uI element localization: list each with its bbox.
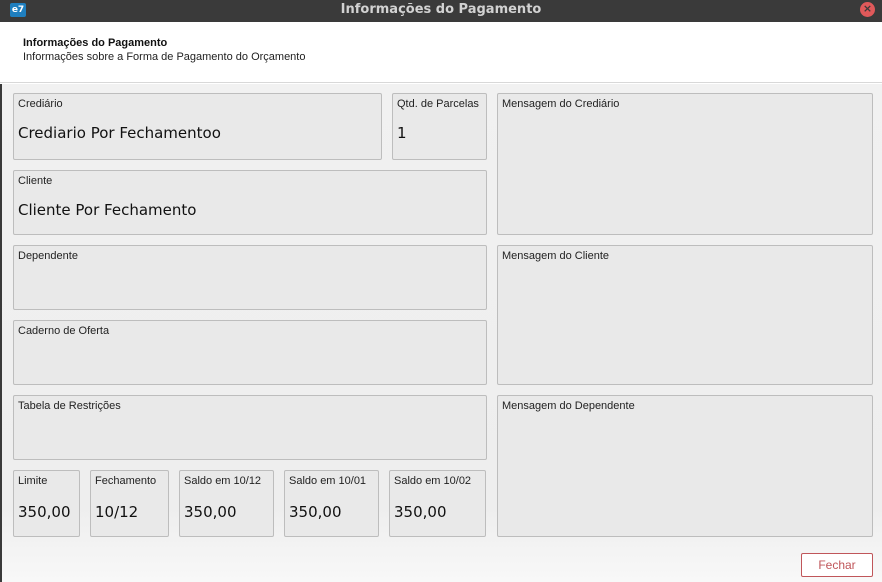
- mensagem-dependente-label: Mensagem do Dependente: [502, 400, 635, 412]
- fechar-button[interactable]: Fechar: [801, 553, 873, 577]
- limite-label: Limite: [18, 475, 48, 487]
- cliente-label: Cliente: [18, 175, 53, 187]
- cliente-field[interactable]: Cliente Cliente Por Fechamento: [13, 170, 487, 235]
- mensagem-cliente-label: Mensagem do Cliente: [502, 250, 610, 262]
- limite-value: 350,00: [18, 503, 71, 521]
- mensagem-dependente-field[interactable]: Mensagem do Dependente: [497, 395, 873, 537]
- saldo-1012-value: 350,00: [184, 503, 237, 521]
- saldo-1001-field[interactable]: Saldo em 10/01 350,00: [284, 470, 379, 537]
- dependente-field[interactable]: Dependente: [13, 245, 487, 310]
- saldo-1012-label: Saldo em 10/12: [184, 475, 262, 487]
- fechamento-value: 10/12: [95, 503, 139, 521]
- saldo-1002-label: Saldo em 10/02: [394, 475, 472, 487]
- window-close-button[interactable]: ×: [860, 2, 875, 17]
- header-title: Informações do Pagamento: [23, 37, 168, 49]
- window-title: Informações do Pagamento: [340, 2, 542, 17]
- close-icon: ×: [862, 2, 873, 15]
- cliente-value: Cliente Por Fechamento: [18, 201, 197, 219]
- fechamento-label: Fechamento: [95, 475, 157, 487]
- saldo-1002-value: 350,00: [394, 503, 447, 521]
- crediario-label: Crediário: [18, 98, 63, 110]
- tabela-restricoes-field[interactable]: Tabela de Restrições: [13, 395, 487, 460]
- mensagem-crediario-field[interactable]: Mensagem do Crediário: [497, 93, 873, 235]
- mensagem-cliente-field[interactable]: Mensagem do Cliente: [497, 245, 873, 385]
- parcelas-label: Qtd. de Parcelas: [397, 98, 479, 110]
- caderno-oferta-field[interactable]: Caderno de Oferta: [13, 320, 487, 385]
- limite-field[interactable]: Limite 350,00: [13, 470, 80, 537]
- mensagem-crediario-label: Mensagem do Crediário: [502, 98, 620, 110]
- saldo-1012-field[interactable]: Saldo em 10/12 350,00: [179, 470, 274, 537]
- saldo-1001-label: Saldo em 10/01: [289, 475, 367, 487]
- parcelas-value: 1: [397, 124, 407, 142]
- caderno-oferta-label: Caderno de Oferta: [18, 325, 110, 337]
- window-left-edge: [0, 84, 2, 582]
- dialog-header: Informações do Pagamento Informações sob…: [0, 22, 882, 83]
- crediario-value: Crediario Por Fechamentoo: [18, 124, 221, 142]
- fechamento-field[interactable]: Fechamento 10/12: [90, 470, 169, 537]
- tabela-restricoes-label: Tabela de Restrições: [18, 400, 121, 412]
- window-titlebar: e7 Informações do Pagamento ×: [0, 0, 882, 22]
- crediario-field[interactable]: Crediário Crediario Por Fechamentoo: [13, 93, 382, 160]
- parcelas-field[interactable]: Qtd. de Parcelas 1: [392, 93, 487, 160]
- dependente-label: Dependente: [18, 250, 78, 262]
- header-subtitle: Informações sobre a Forma de Pagamento d…: [23, 51, 306, 63]
- saldo-1002-field[interactable]: Saldo em 10/02 350,00: [389, 470, 486, 537]
- saldo-1001-value: 350,00: [289, 503, 342, 521]
